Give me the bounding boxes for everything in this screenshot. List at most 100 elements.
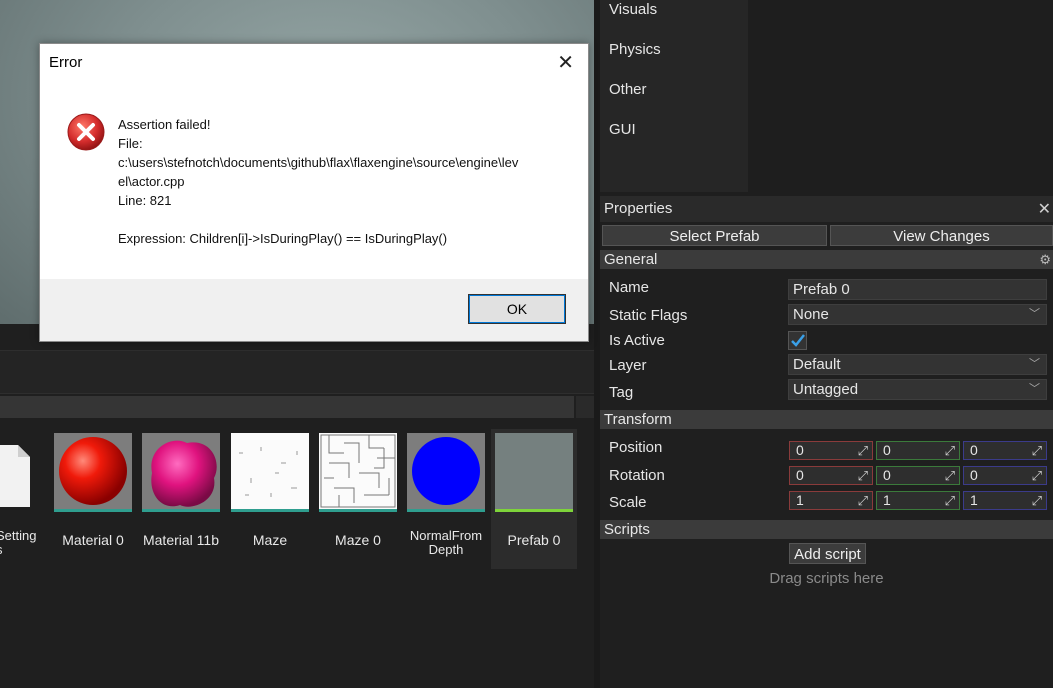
scale-label: Scale	[609, 494, 647, 511]
dropdown-value: Untagged	[793, 381, 859, 398]
thumbnail-underline	[319, 509, 397, 512]
field-value: 0	[883, 442, 891, 458]
rotation-label: Rotation	[609, 467, 665, 484]
layer-dropdown[interactable]: Default ﹀	[788, 354, 1047, 375]
resize-arrow-icon: ⤢	[1031, 443, 1042, 458]
chevron-down-icon: ﹀	[1029, 383, 1040, 395]
static-flags-dropdown[interactable]: None ﹀	[788, 304, 1047, 325]
field-value: 0	[796, 467, 804, 483]
is-active-checkbox[interactable]	[788, 331, 807, 350]
chevron-down-icon: ﹀	[1029, 358, 1040, 370]
asset-settings[interactable]: Setting s	[0, 429, 50, 569]
asset-label: Material 11b	[142, 532, 219, 548]
asset-prefab-0[interactable]: Prefab 0	[491, 429, 577, 569]
section-title: General	[604, 251, 658, 268]
tag-label: Tag	[609, 384, 634, 401]
section-title: Transform	[604, 411, 672, 428]
field-value: 0	[883, 467, 891, 483]
dropdown-value: None	[793, 306, 829, 323]
prefab-thumbnail	[495, 433, 573, 509]
thumbnail-underline	[495, 509, 573, 512]
view-changes-button[interactable]: View Changes	[830, 225, 1053, 246]
gear-icon[interactable]: ⚙	[1039, 250, 1051, 269]
scale-z-field[interactable]: 1 ⤢	[963, 491, 1047, 510]
dialog-footer: OK	[40, 279, 588, 341]
thumbnail-underline	[142, 509, 220, 512]
asset-label: NormalFrom Depth	[409, 528, 483, 557]
properties-title: Properties	[604, 200, 673, 217]
toolbox-item-visuals[interactable]: Visuals	[609, 1, 657, 18]
asset-material-0[interactable]: Material 0	[50, 429, 136, 569]
add-script-button[interactable]: Add script	[789, 543, 866, 564]
dialog-title: Error	[49, 54, 83, 71]
content-scrollbar[interactable]	[576, 396, 594, 418]
rotation-y-field[interactable]: 0 ⤢	[876, 466, 960, 485]
section-general[interactable]: General ⚙	[600, 250, 1053, 269]
resize-arrow-icon: ⤢	[944, 468, 955, 483]
content-path-bar[interactable]	[0, 396, 574, 418]
resize-arrow-icon: ⤢	[857, 493, 868, 508]
scale-x-field[interactable]: 1 ⤢	[789, 491, 873, 510]
properties-header: Properties ✕	[600, 196, 1053, 222]
error-dialog: Error ✕ Assertion failed! File: c:\users…	[39, 43, 589, 342]
resize-arrow-icon: ⤢	[857, 468, 868, 483]
resize-arrow-icon: ⤢	[857, 443, 868, 458]
actor-toolbox: Visuals Physics Other GUI	[600, 0, 1053, 192]
asset-label: Material 0	[62, 532, 124, 548]
section-scripts[interactable]: Scripts	[600, 520, 1053, 539]
toolbox-category-list: Visuals Physics Other GUI	[600, 0, 748, 192]
rotation-x-field[interactable]: 0 ⤢	[789, 466, 873, 485]
asset-label: Maze 0	[335, 532, 381, 548]
maze-grid-thumbnail	[319, 433, 397, 509]
asset-label: Prefab 0	[507, 532, 561, 548]
toolbox-item-physics[interactable]: Physics	[609, 41, 661, 58]
blue-sphere-thumbnail	[407, 433, 485, 509]
dialog-line: File:	[118, 136, 143, 151]
field-value: 1	[883, 492, 891, 508]
checkmark-icon	[791, 334, 805, 347]
position-y-field[interactable]: 0 ⤢	[876, 441, 960, 460]
scale-y-field[interactable]: 1 ⤢	[876, 491, 960, 510]
close-icon[interactable]: ✕	[557, 50, 574, 74]
thumbnail-underline	[54, 509, 132, 512]
rotation-z-field[interactable]: 0 ⤢	[963, 466, 1047, 485]
select-prefab-button[interactable]: Select Prefab	[602, 225, 827, 246]
close-icon[interactable]: ✕	[1038, 199, 1051, 218]
resize-arrow-icon: ⤢	[944, 443, 955, 458]
section-title: Scripts	[604, 521, 650, 538]
name-label: Name	[609, 279, 650, 296]
asset-normalfromdepth[interactable]: NormalFrom Depth	[403, 429, 489, 569]
thumbnail-underline	[407, 509, 485, 512]
name-field[interactable]: Prefab 0	[788, 279, 1047, 300]
tag-dropdown[interactable]: Untagged ﹀	[788, 379, 1047, 400]
asset-maze-0[interactable]: Maze 0	[315, 429, 401, 569]
toolbox-item-other[interactable]: Other	[609, 81, 647, 98]
asset-material-11b[interactable]: Material 11b	[138, 429, 224, 569]
red-sphere-thumbnail	[54, 433, 132, 509]
dropdown-value: Default	[793, 356, 841, 373]
pink-blob-thumbnail	[142, 433, 220, 509]
section-transform[interactable]: Transform	[600, 410, 1053, 429]
position-z-field[interactable]: 0 ⤢	[963, 441, 1047, 460]
content-browser: Setting s Material 0 Material 11b Maze	[0, 324, 594, 688]
drag-scripts-hint: Drag scripts here	[769, 570, 884, 587]
resize-arrow-icon: ⤢	[1031, 468, 1042, 483]
dialog-line: Expression: Children[i]->IsDuringPlay() …	[118, 231, 448, 246]
asset-label: Maze	[252, 532, 288, 548]
position-x-field[interactable]: 0 ⤢	[789, 441, 873, 460]
thumbnail-underline	[231, 509, 309, 512]
document-icon	[0, 445, 30, 507]
field-value: 0	[796, 442, 804, 458]
toolbox-item-gui[interactable]: GUI	[609, 121, 636, 138]
ok-button[interactable]: OK	[468, 294, 566, 324]
asset-maze[interactable]: Maze	[227, 429, 313, 569]
resize-arrow-icon: ⤢	[1031, 493, 1042, 508]
properties-panel: Properties ✕ Select Prefab View Changes …	[600, 196, 1053, 688]
dialog-line: Line: 821	[118, 193, 172, 208]
field-value: 0	[970, 442, 978, 458]
layer-label: Layer	[609, 357, 647, 374]
resize-arrow-icon: ⤢	[944, 493, 955, 508]
is-active-label: Is Active	[609, 332, 665, 349]
field-value: 1	[970, 492, 978, 508]
static-flags-label: Static Flags	[609, 307, 688, 324]
